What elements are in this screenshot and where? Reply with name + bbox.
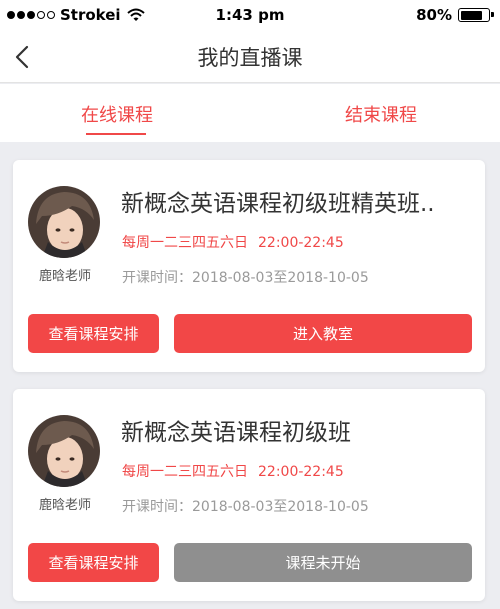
battery-icon [458,8,494,22]
page-title: 我的直播课 [197,46,303,70]
course-card: 鹿晗老师 新概念英语课程初级班 每周一二三四五六日 22:00-22:45 开课时… [13,389,485,601]
nav-bar: 我的直播课 [0,30,500,83]
active-tab-underline [86,133,146,135]
tab-bar: 在线课程 结束课程 [0,84,500,142]
teacher-name: 鹿晗老师 [38,269,91,284]
avatar [28,186,100,258]
course-title: 新概念英语课程初级班 [121,420,351,446]
course-title: 新概念英语课程初级班精英班.. [121,191,435,217]
course-schedule: 每周一二三四五六日 22:00-22:45 [122,461,344,481]
schedule-days: 每周一二三四五六日 [122,464,248,480]
schedule-days: 每周一二三四五六日 [122,235,248,251]
schedule-time: 22:00-22:45 [258,235,344,251]
view-schedule-button[interactable]: 查看课程安排 [28,314,159,353]
teacher-name: 鹿晗老师 [38,498,91,513]
schedule-time: 22:00-22:45 [258,464,344,480]
status-bar: Strokei 1:43 pm 80% [0,0,500,30]
course-card: 鹿晗老师 新概念英语课程初级班精英班.. 每周一二三四五六日 22:00-22:4… [13,160,485,372]
status-right: 80% [416,6,494,24]
enter-classroom-button[interactable]: 进入教室 [174,314,472,353]
avatar [28,415,100,487]
course-not-started-button: 课程未开始 [174,543,472,582]
course-period: 开课时间：2018-08-03至2018-10-05 [122,499,369,515]
course-schedule: 每周一二三四五六日 22:00-22:45 [122,232,344,252]
battery-percent: 80% [416,6,452,24]
view-schedule-button[interactable]: 查看课程安排 [28,543,159,582]
tab-online-courses[interactable]: 在线课程 [81,101,153,127]
tab-ended-courses[interactable]: 结束课程 [345,101,417,127]
course-period: 开课时间：2018-08-03至2018-10-05 [122,270,369,286]
